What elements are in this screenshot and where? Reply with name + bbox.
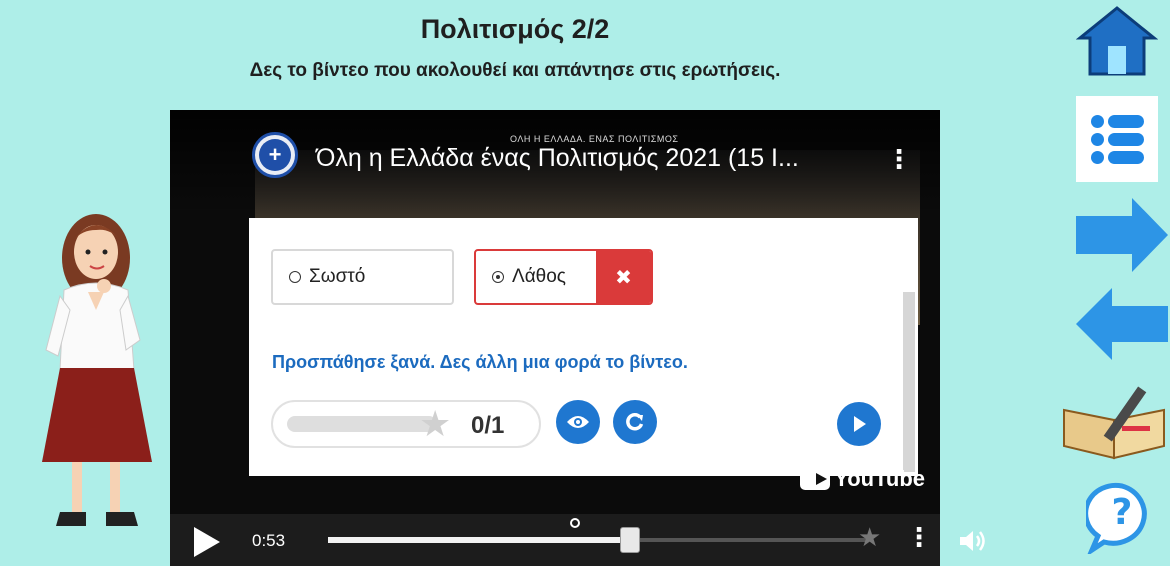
radio-unselected-icon [289,271,301,283]
vertical-dots-icon[interactable]: ⋮ [906,524,932,550]
seek-handle[interactable] [620,527,640,553]
notebook-pencil-icon[interactable] [1060,380,1170,460]
list-menu-icon[interactable] [1076,96,1158,182]
video-overlay-caption: ΟΛΗ Η ΕΛΛΑΔΑ. ΕΝΑΣ ΠΟΛΙΤΙΣΜΟΣ [510,134,679,144]
continue-video-button[interactable] [837,402,881,446]
play-icon[interactable] [194,527,220,557]
volume-icon[interactable] [958,527,988,555]
radio-selected-icon [492,271,504,283]
teacher-character-illustration [42,214,152,526]
star-icon: ★ [419,403,452,444]
youtube-logo-icon [800,468,831,490]
score-text: 0/1 [471,412,505,439]
help-label: ? [1111,492,1133,533]
greek-cross-emblem-icon[interactable]: + [252,132,298,178]
vertical-dots-icon[interactable]: ⋮ [886,146,912,172]
retry-button[interactable] [613,400,657,444]
page-subtitle: Δες το βίντεο που ακολουθεί και απάντησε… [249,60,781,81]
eye-icon [567,416,589,428]
option-lathos[interactable]: Λάθος ✖ [474,249,653,305]
youtube-watermark[interactable]: YouTube [800,466,925,492]
option-label: Λάθος [512,266,566,287]
option-label: Σωστό [309,266,366,287]
quiz-scrollbar[interactable] [903,292,915,472]
play-icon [854,416,866,432]
interaction-marker[interactable] [570,518,580,528]
retry-icon [626,413,644,431]
score-indicator: ★ 0/1 [271,400,541,448]
current-time: 0:53 [252,531,286,550]
youtube-watermark-text: YouTube [834,466,925,491]
feedback-message: Προσπάθησε ξανά. Δες άλλη μια φορά το βί… [272,352,688,372]
star-marker-icon[interactable]: ★ [858,524,881,550]
seek-bar-progress [328,537,630,543]
arrow-right-icon[interactable] [1074,196,1170,274]
wrong-answer-icon: ✖ [596,251,651,303]
video-title[interactable]: Όλη η Ελλάδα ένας Πολιτισμός 2021 (15 Ι.… [316,144,799,173]
show-solution-button[interactable] [556,400,600,444]
page-title: Πολιτισμός 2/2 [420,14,610,44]
arrow-left-icon[interactable] [1074,286,1170,362]
score-progress-bar [287,416,437,432]
home-icon[interactable] [1076,4,1158,76]
option-sosto[interactable]: Σωστό [271,249,454,305]
help-button[interactable]: ? [1086,482,1158,554]
